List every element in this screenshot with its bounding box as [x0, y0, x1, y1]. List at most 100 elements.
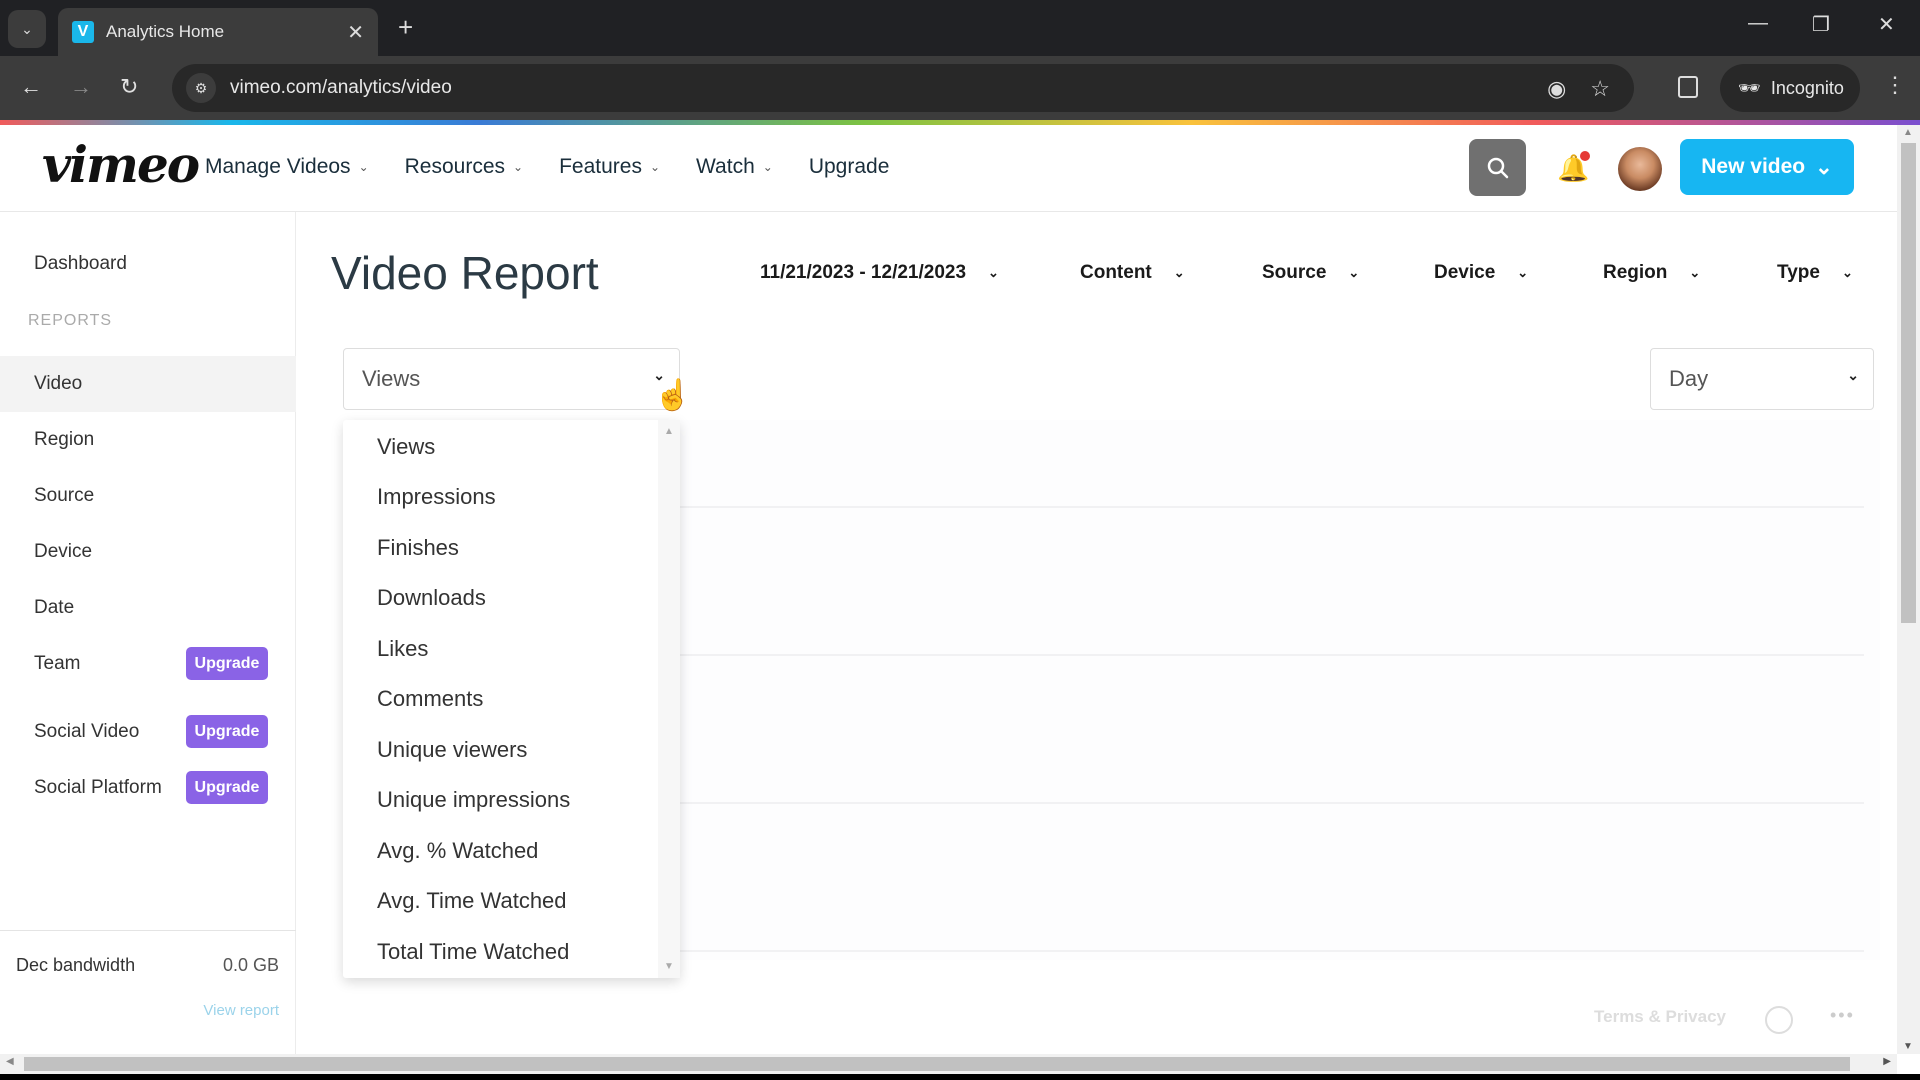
new-tab-icon[interactable]: + — [398, 12, 413, 43]
filter-type[interactable]: Type ⌄ — [1777, 262, 1853, 284]
filter-content[interactable]: Content ⌄ — [1080, 262, 1185, 284]
filter-label: 11/21/2023 - 12/21/2023 — [760, 262, 967, 283]
eye-off-icon[interactable]: ◉ — [1547, 76, 1566, 102]
metric-select[interactable]: Views ⌄ — [343, 348, 680, 410]
filter-label: Device — [1434, 262, 1496, 283]
dropdown-option-comments[interactable]: Comments — [377, 686, 483, 712]
scroll-right-icon[interactable]: ▶ — [1883, 1056, 1891, 1067]
dropdown-option-likes[interactable]: Likes — [377, 636, 428, 662]
horizontal-scrollbar[interactable]: ◀ ▶ — [0, 1054, 1897, 1074]
vimeo-favicon-icon: V — [72, 21, 94, 43]
filter-device[interactable]: Device ⌄ — [1434, 262, 1528, 284]
nav-label: Upgrade — [808, 155, 890, 178]
screen-edge — [0, 1074, 1920, 1080]
scroll-down-icon[interactable]: ▼ — [664, 961, 674, 972]
sidebar-item-video[interactable]: Video — [0, 356, 296, 412]
sidebar: Dashboard REPORTS Video Region Source De… — [0, 212, 296, 1054]
chevron-down-icon: ⌄ — [1847, 367, 1859, 383]
filter-label: Source — [1262, 262, 1327, 283]
new-video-label: New video — [1701, 155, 1806, 178]
terms-privacy-link[interactable]: Terms & Privacy — [1594, 1007, 1726, 1027]
browser-tab-bar: ⌄ V Analytics Home ✕ + — ❐ ✕ — [0, 0, 1920, 56]
theme-toggle-icon[interactable] — [1765, 1006, 1793, 1034]
site-header: vimeo Manage Videos ⌄ Resources ⌄ Features… — [0, 125, 1900, 212]
restore-icon[interactable]: ❐ — [1812, 12, 1830, 37]
incognito-badge[interactable]: 🕶 Incognito — [1720, 64, 1860, 112]
search-icon — [1487, 157, 1508, 178]
tab-search-icon[interactable]: ⌄ — [8, 10, 46, 48]
nav-label: Manage Videos — [205, 155, 351, 178]
chart-gridline — [680, 654, 1864, 656]
filter-label: Region — [1603, 262, 1668, 283]
upgrade-badge[interactable]: Upgrade — [186, 715, 268, 748]
new-video-button[interactable]: New video ⌄ — [1680, 139, 1854, 195]
forward-icon[interactable]: → — [70, 74, 92, 100]
upgrade-badge[interactable]: Upgrade — [186, 771, 268, 804]
avatar[interactable] — [1618, 147, 1662, 191]
menu-icon[interactable]: ⋮ — [1884, 72, 1906, 98]
search-button[interactable] — [1469, 139, 1526, 196]
nav-upgrade[interactable]: Upgrade — [809, 155, 890, 179]
filter-label: Type — [1777, 262, 1820, 283]
address-bar[interactable]: ⚙ vimeo.com/analytics/video ◉ ☆ — [172, 64, 1634, 112]
scrollbar-thumb[interactable] — [1901, 143, 1916, 623]
chart-area — [680, 420, 1880, 960]
hand-cursor-icon: ☝ — [654, 379, 692, 412]
vertical-scrollbar[interactable]: ▲ ▼ — [1897, 125, 1920, 1054]
side-panel-icon[interactable] — [1678, 76, 1698, 98]
chevron-down-icon: ⌄ — [1841, 265, 1853, 280]
sidebar-item-source[interactable]: Source — [0, 468, 296, 524]
sidebar-item-date[interactable]: Date — [0, 580, 296, 636]
chevron-down-icon: ⌄ — [649, 160, 661, 174]
incognito-label: Incognito — [1770, 77, 1844, 98]
dropdown-option-total-time-watched[interactable]: Total Time Watched — [377, 939, 569, 965]
browser-toolbar: ← → ↻ ⚙ vimeo.com/analytics/video ◉ ☆ — [0, 56, 1920, 122]
minimize-icon[interactable]: — — [1748, 12, 1768, 35]
browser-tab[interactable]: V Analytics Home ✕ — [58, 8, 378, 56]
site-settings-icon[interactable]: ⚙ — [186, 73, 216, 103]
scroll-up-icon[interactable]: ▲ — [1903, 127, 1913, 138]
reload-icon[interactable]: ↻ — [120, 74, 138, 100]
star-icon[interactable]: ☆ — [1590, 76, 1610, 102]
dropdown-option-finishes[interactable]: Finishes — [377, 535, 459, 561]
dropdown-option-avg-time-watched[interactable]: Avg. Time Watched — [377, 888, 567, 914]
view-report-link[interactable]: View report — [203, 1002, 279, 1019]
chart-gridline — [680, 802, 1864, 804]
scroll-down-icon[interactable]: ▼ — [1903, 1041, 1913, 1052]
sidebar-item-dashboard[interactable]: Dashboard — [0, 236, 296, 292]
nav-label: Watch — [696, 155, 755, 178]
dropdown-option-downloads[interactable]: Downloads — [377, 585, 486, 611]
nav-manage-videos[interactable]: Manage Videos ⌄ — [205, 155, 369, 179]
sidebar-item-device[interactable]: Device — [0, 524, 296, 580]
page-title: Video Report — [331, 247, 599, 299]
nav-watch[interactable]: Watch ⌄ — [696, 155, 773, 179]
chevron-down-icon: ⌄ — [1815, 155, 1833, 179]
more-icon[interactable]: ••• — [1830, 1005, 1855, 1026]
scroll-left-icon[interactable]: ◀ — [6, 1056, 14, 1067]
sidebar-item-region[interactable]: Region — [0, 412, 296, 468]
incognito-icon: 🕶 — [1738, 77, 1761, 98]
nav-resources[interactable]: Resources ⌄ — [405, 155, 523, 179]
upgrade-badge[interactable]: Upgrade — [186, 647, 268, 680]
dropdown-option-impressions[interactable]: Impressions — [377, 484, 496, 510]
nav-features[interactable]: Features ⌄ — [559, 155, 660, 179]
back-icon[interactable]: ← — [20, 74, 42, 100]
dropdown-scrollbar[interactable]: ▲ ▼ — [658, 420, 680, 978]
dropdown-option-unique-impressions[interactable]: Unique impressions — [377, 787, 570, 813]
interval-select[interactable]: Day ⌄ — [1650, 348, 1874, 410]
chevron-down-icon: ⌄ — [988, 265, 999, 280]
close-tab-icon[interactable]: ✕ — [347, 20, 364, 45]
close-window-icon[interactable]: ✕ — [1878, 12, 1895, 37]
chevron-down-icon: ⌄ — [358, 160, 369, 174]
nav-label: Features — [559, 155, 642, 178]
scroll-up-icon[interactable]: ▲ — [664, 426, 674, 437]
scrollbar-thumb[interactable] — [24, 1057, 1850, 1071]
metric-dropdown-menu: Views Impressions Finishes Downloads Lik… — [343, 420, 680, 978]
filter-source[interactable]: Source ⌄ — [1262, 262, 1359, 284]
dropdown-option-unique-viewers[interactable]: Unique viewers — [377, 737, 527, 763]
filter-region[interactable]: Region ⌄ — [1603, 262, 1700, 284]
dropdown-option-avg-percent-watched[interactable]: Avg. % Watched — [377, 838, 538, 864]
filter-date-range[interactable]: 11/21/2023 - 12/21/2023 ⌄ — [760, 262, 999, 284]
dropdown-option-views[interactable]: Views — [377, 434, 435, 460]
vimeo-logo[interactable]: vimeo — [42, 135, 200, 194]
